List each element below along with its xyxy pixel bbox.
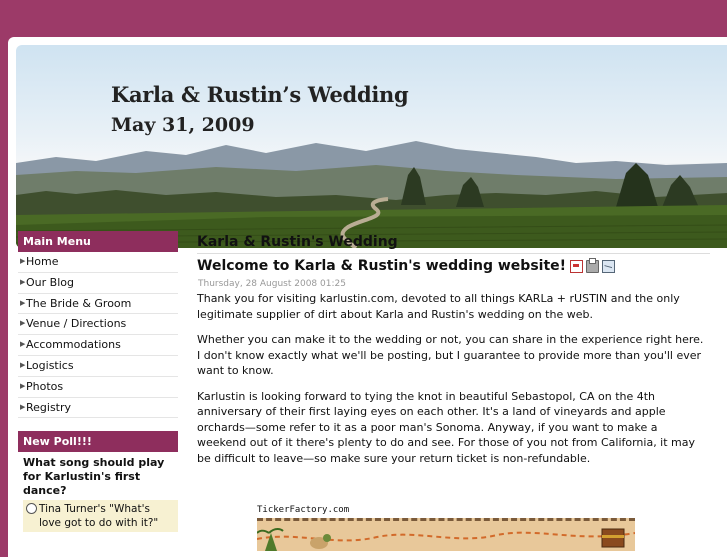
main-menu: ▶ Home ▶ Our Blog ▶ The Bride & Groom ▶ Venu… <box>18 252 178 419</box>
menu-item-label: The Bride & Groom <box>26 296 132 310</box>
article-title: Welcome to Karla & Rustin's wedding webs… <box>197 257 710 274</box>
menu-item-label: Our Blog <box>26 275 74 289</box>
section-title: Karla & Rustin's Wedding <box>197 231 710 254</box>
arrow-icon: ▶ <box>20 360 26 369</box>
menu-item-photos[interactable]: ▶ Photos <box>18 377 178 398</box>
ticker-strip <box>257 518 635 551</box>
menu-item-accommodations[interactable]: ▶ Accommodations <box>18 335 178 356</box>
poll-question: What song should play for Karlustin's fi… <box>23 456 165 498</box>
poll-header: New Poll!!! <box>18 431 178 453</box>
radio-button[interactable] <box>26 503 37 515</box>
treasure-map-ticker-image <box>257 521 635 551</box>
print-icon[interactable] <box>586 257 600 273</box>
main-menu-header: Main Menu <box>18 231 178 252</box>
menu-item-venue-directions[interactable]: ▶ Venue / Directions <box>18 314 178 336</box>
site-title: Karla & Rustin’s Wedding <box>111 82 409 107</box>
arrow-icon: ▶ <box>20 319 26 328</box>
article-paragraph: Thank you for visiting karlustin.com, de… <box>197 292 680 321</box>
email-icon[interactable] <box>602 259 616 273</box>
arrow-icon: ▶ <box>20 257 26 265</box>
arrow-icon: ▶ <box>20 277 26 286</box>
menu-item-home[interactable]: ▶ Home <box>18 252 178 273</box>
menu-item-label: Logistics <box>26 358 74 372</box>
menu-item-label: Registry <box>26 400 72 414</box>
arrow-icon: ▶ <box>20 298 26 307</box>
menu-item-label: Venue / Directions <box>26 317 127 331</box>
header-banner: Karla & Rustin’s Wedding May 31, 2009 <box>16 45 727 248</box>
sidebar: Main Menu ▶ Home ▶ Our Blog ▶ The Bride & G… <box>18 231 178 533</box>
poll-option[interactable]: Tina Turner's "What's love got to do wit… <box>23 500 178 533</box>
menu-item-label: Home <box>26 255 59 268</box>
article-actions <box>570 257 616 273</box>
arrow-icon: ▶ <box>20 340 26 349</box>
main-content: Karla & Rustin's Wedding Welcome to Karl… <box>197 231 710 551</box>
menu-item-logistics[interactable]: ▶ Logistics <box>18 356 178 377</box>
menu-item-registry[interactable]: ▶ Registry <box>18 398 178 419</box>
menu-item-label: Photos <box>26 379 64 393</box>
arrow-icon: ▶ <box>20 402 26 411</box>
menu-item-our-blog[interactable]: ▶ Our Blog <box>18 273 178 294</box>
ticker-widget[interactable]: TickerFactory.com <box>257 505 637 551</box>
menu-item-label: Accommodations <box>26 338 121 352</box>
ticker-label: TickerFactory.com <box>257 505 350 515</box>
article-paragraph: Karlustin is looking forward to tying th… <box>197 389 696 465</box>
vineyard-landscape-image <box>16 141 727 248</box>
article-paragraph: Whether you can make it to the wedding o… <box>197 333 704 377</box>
wedding-date: May 31, 2009 <box>111 114 255 136</box>
poll-option-label: Tina Turner's "What's love got to do wit… <box>39 503 159 530</box>
pdf-icon[interactable] <box>570 259 584 273</box>
arrow-icon: ▶ <box>20 381 26 390</box>
article-title-text[interactable]: Welcome to Karla & Rustin's wedding webs… <box>197 258 566 274</box>
article-date: Thursday, 28 August 2008 01:25 <box>198 279 346 289</box>
menu-item-bride-groom[interactable]: ▶ The Bride & Groom <box>18 294 178 315</box>
